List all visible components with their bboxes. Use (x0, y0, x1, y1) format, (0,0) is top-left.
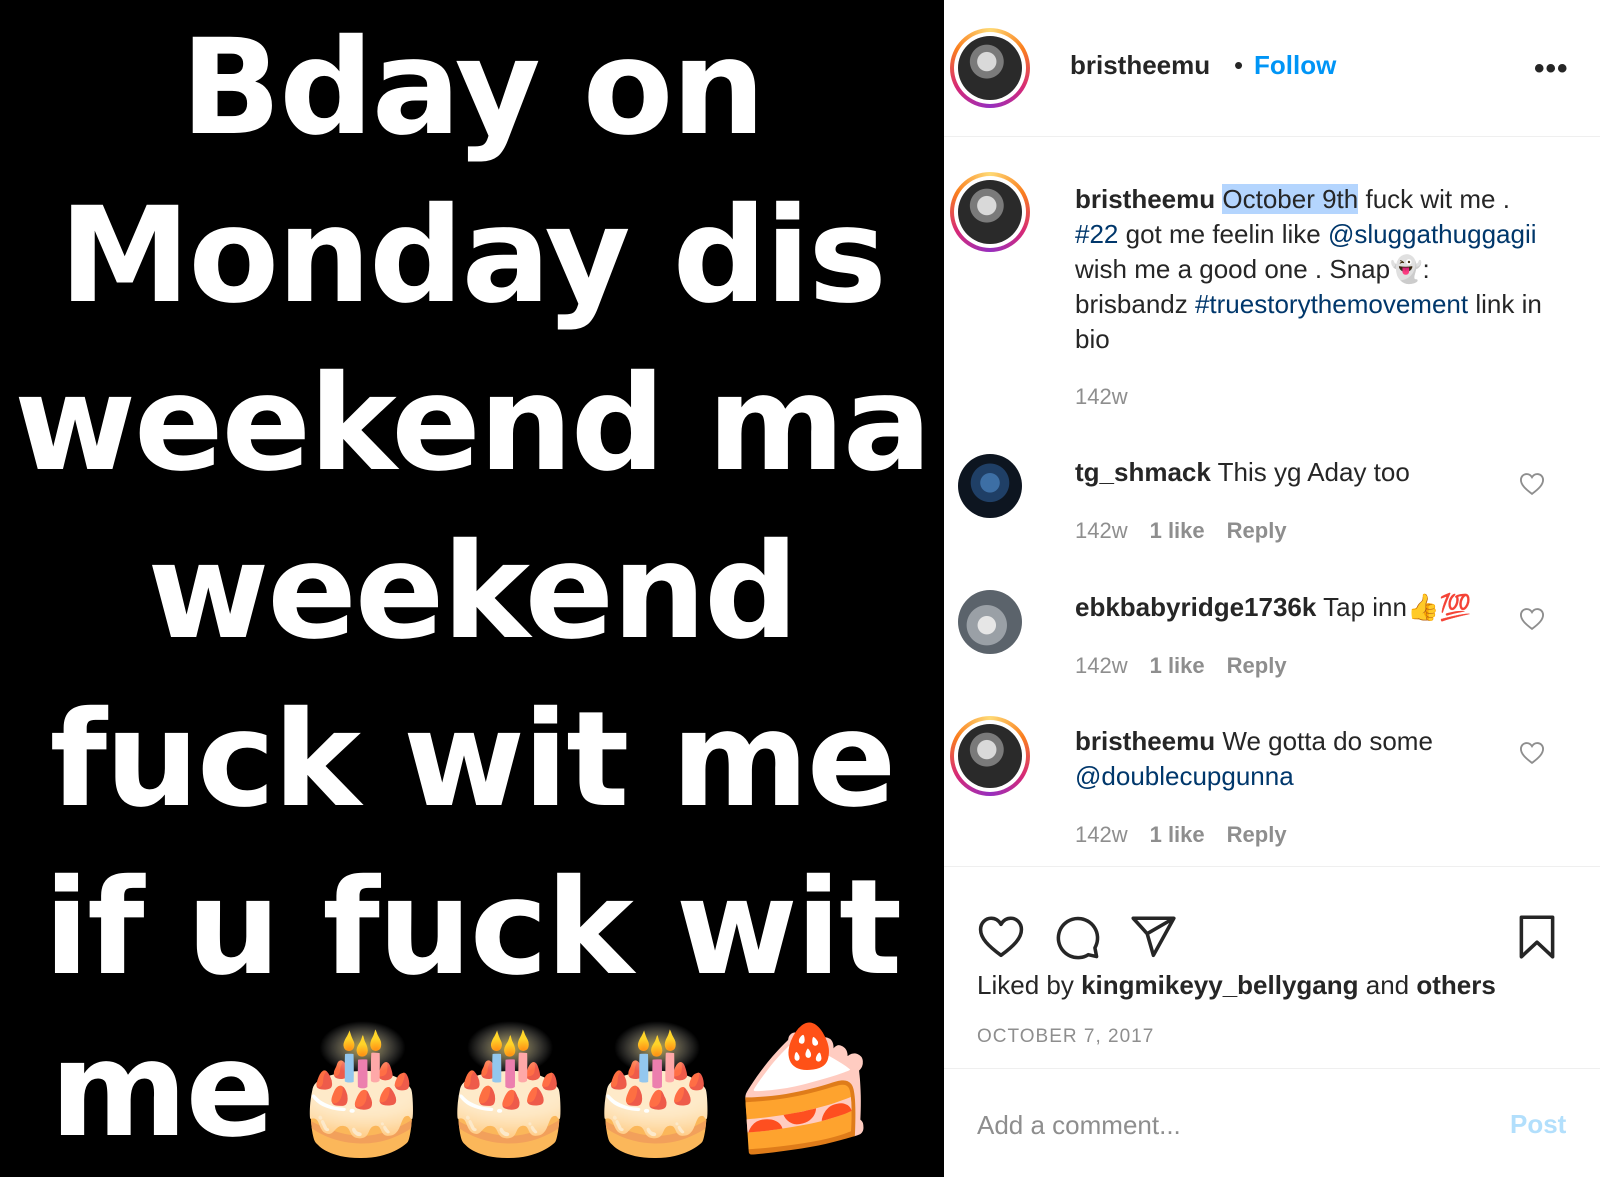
image-text-line: weekend ma (14, 347, 932, 501)
liked-by-middle: and (1358, 970, 1417, 1000)
comment: ebkbabyridge1736k Tap inn👍💯 (1075, 590, 1545, 625)
comment-age[interactable]: 142w (1075, 822, 1128, 847)
image-text-line: fuck wit me (49, 683, 897, 837)
comment-meta: 142w 1 like Reply (1075, 518, 1309, 544)
comment: bristheemu We gotta do some @doublecupgu… (1075, 724, 1545, 794)
save-bookmark-icon[interactable] (1512, 912, 1562, 962)
comment-text: Tap inn👍💯 (1316, 592, 1472, 622)
heart-icon[interactable] (1518, 605, 1546, 633)
action-bar (976, 912, 1576, 962)
comment-age[interactable]: 142w (1075, 518, 1128, 543)
liked-by: Liked by kingmikeyy_bellygang and others (977, 970, 1496, 1001)
liked-by-user[interactable]: kingmikeyy_bellygang (1081, 970, 1358, 1000)
post-image-text: Bday on Monday dis weekend ma weekend fu… (0, 4, 944, 1012)
like-heart-icon[interactable] (976, 912, 1026, 962)
image-text-line: weekend (147, 515, 798, 669)
comment-likes[interactable]: 1 like (1150, 822, 1205, 847)
liked-by-others[interactable]: others (1416, 970, 1495, 1000)
caption-username[interactable]: bristheemu (1075, 184, 1215, 214)
caption-highlighted-text: October 9th (1222, 184, 1359, 214)
heart-icon[interactable] (1518, 470, 1546, 498)
caption-text: got me feelin like (1118, 219, 1321, 249)
caption-meta: 142w (1075, 384, 1150, 410)
comment-avatar[interactable] (950, 716, 1030, 796)
header-separator: • (1234, 50, 1244, 80)
header-divider (944, 136, 1600, 137)
post-image[interactable]: Bday on Monday dis weekend ma weekend fu… (0, 0, 944, 1177)
comment-meta: 142w 1 like Reply (1075, 822, 1309, 848)
post-date[interactable]: OCTOBER 7, 2017 (977, 1026, 1154, 1048)
share-icon[interactable] (1128, 912, 1178, 962)
caption-text: fuck wit me . (1358, 184, 1510, 214)
comment-avatar[interactable] (958, 454, 1022, 518)
comment-username[interactable]: ebkbabyridge1736k (1075, 592, 1316, 622)
comment-username[interactable]: bristheemu (1075, 726, 1215, 756)
comment-input[interactable] (977, 1105, 1477, 1145)
header-username[interactable]: bristheemu (1070, 50, 1210, 81)
comment-avatar[interactable] (958, 590, 1022, 654)
caption: bristheemu October 9th fuck wit me . #22… (1075, 182, 1545, 357)
caption-age[interactable]: 142w (1075, 384, 1128, 409)
header-avatar[interactable] (950, 28, 1030, 108)
reply-button[interactable]: Reply (1227, 653, 1287, 678)
hashtag-link[interactable]: #22 (1075, 219, 1118, 249)
image-text-line: me (50, 1013, 275, 1167)
hashtag-link[interactable]: #truestorythemovement (1195, 289, 1468, 319)
liked-by-prefix: Liked by (977, 970, 1082, 1000)
heart-icon[interactable] (1518, 739, 1546, 767)
cake-emojis: 🎂🎂🎂🍰 (287, 1020, 879, 1159)
image-text-line: if u fuck wit (43, 851, 902, 1005)
reply-button[interactable]: Reply (1227, 822, 1287, 847)
mention-link[interactable]: @sluggathuggagii (1328, 219, 1537, 249)
caption-avatar[interactable] (950, 172, 1030, 252)
comment-likes[interactable]: 1 like (1150, 653, 1205, 678)
image-text-line: Bday on (180, 11, 766, 165)
comment-icon[interactable] (1052, 912, 1102, 962)
post-comment-button[interactable]: Post (1510, 1109, 1566, 1140)
follow-button[interactable]: Follow (1254, 50, 1336, 81)
mention-link[interactable]: @doublecupgunna (1075, 761, 1294, 791)
reply-button[interactable]: Reply (1227, 518, 1287, 543)
comment-age[interactable]: 142w (1075, 653, 1128, 678)
post-side-panel: bristheemu • Follow ••• bristheemu Octob… (944, 0, 1600, 1177)
comment-meta: 142w 1 like Reply (1075, 653, 1309, 679)
comment-text: We gotta do some (1215, 726, 1433, 756)
input-divider (944, 1068, 1600, 1069)
comment-likes[interactable]: 1 like (1150, 518, 1205, 543)
image-text-last-line: me 🎂🎂🎂🍰 (50, 1010, 879, 1170)
more-options-button[interactable]: ••• (1534, 52, 1569, 86)
comment: tg_shmack This yg Aday too (1075, 455, 1545, 490)
comment-text: This yg Aday too (1210, 457, 1410, 487)
comment-username[interactable]: tg_shmack (1075, 457, 1211, 487)
comments-divider (944, 866, 1600, 867)
image-text-line: Monday dis (59, 179, 887, 333)
